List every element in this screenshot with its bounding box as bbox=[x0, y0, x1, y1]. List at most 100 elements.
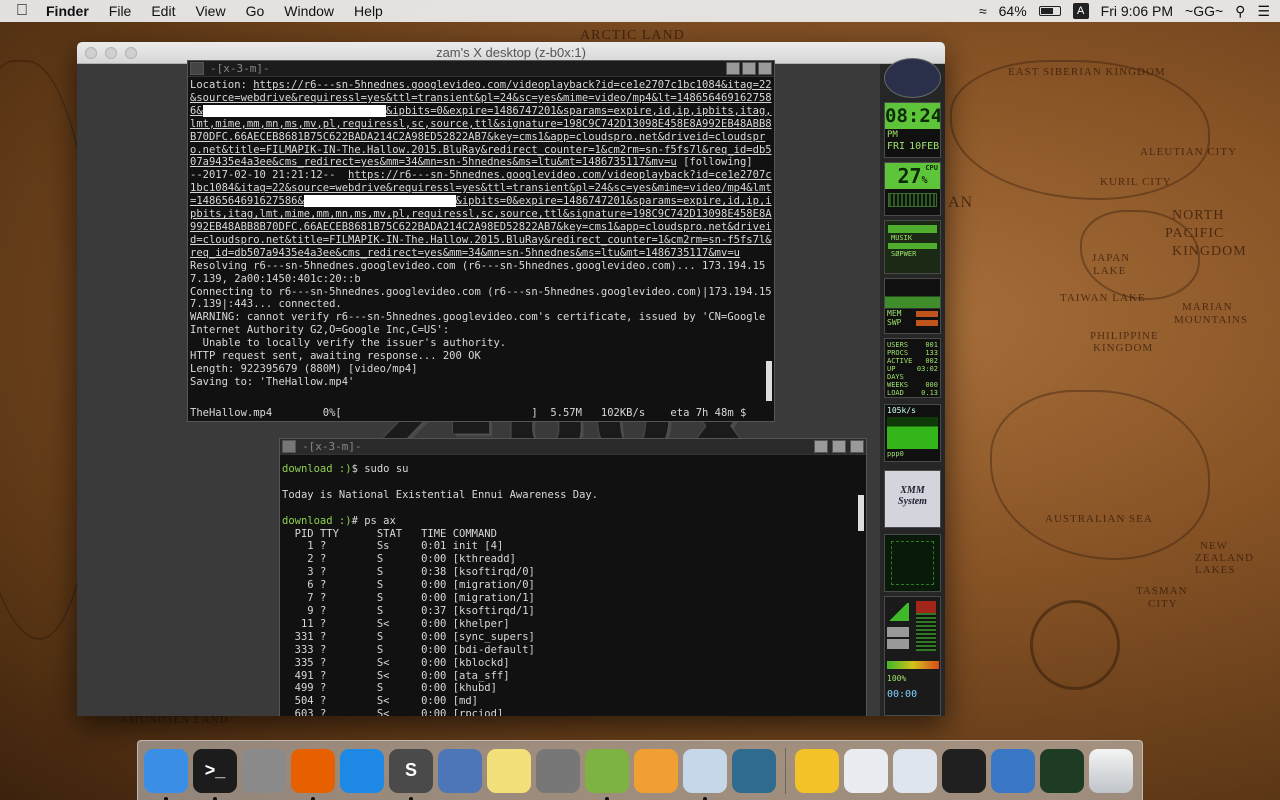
terminal-menu-icon[interactable] bbox=[190, 62, 204, 75]
terminal-text: Today is National Existential Ennui Awar… bbox=[282, 488, 599, 501]
terminal-text: 6 ? S 0:00 [migration/0] bbox=[282, 579, 535, 592]
screen-sharing-icon[interactable] bbox=[732, 748, 776, 793]
windowmaker-dockapps: 08:24 PM FRI 10FEB 27% CPU MUSIK SØPWER … bbox=[880, 58, 945, 716]
stop-button[interactable] bbox=[887, 639, 909, 649]
window-thumb-2-icon[interactable] bbox=[893, 748, 937, 793]
menu-clock[interactable]: Fri 9:06 PM bbox=[1101, 3, 1173, 19]
mixer-dockapp[interactable]: MUSIK SØPWER bbox=[884, 220, 941, 274]
preview-bird-icon[interactable] bbox=[438, 748, 482, 793]
terminal-scrollbar[interactable] bbox=[858, 495, 864, 531]
terminal-titlebar[interactable]: -[x-3-m]- bbox=[280, 439, 866, 455]
menu-edit[interactable]: Edit bbox=[141, 0, 185, 22]
input-source-icon[interactable]: A bbox=[1072, 3, 1089, 19]
apple-menu-icon[interactable]:  bbox=[0, 0, 36, 22]
system-preferences-icon[interactable] bbox=[536, 748, 580, 793]
android-studio-icon[interactable] bbox=[585, 748, 629, 800]
window-thumb-5-icon[interactable] bbox=[1040, 748, 1084, 793]
notification-center-icon[interactable]: ☰ bbox=[1257, 3, 1270, 20]
zoom-button[interactable] bbox=[125, 47, 137, 59]
map-label: Aleutian City bbox=[1140, 146, 1238, 158]
terminal-output[interactable]: Location: https://r6---sn-5hnednes.googl… bbox=[188, 77, 774, 407]
sys-stat-value: 133 bbox=[925, 349, 938, 357]
network-dockapp[interactable]: 105k/s ppp0 bbox=[884, 404, 941, 462]
sys-stat-value: 03:02 bbox=[916, 365, 938, 373]
x-desktop-window: zam's X desktop (z-b0x:1) z-b0x -[x-3-m]… bbox=[77, 42, 945, 716]
menu-view[interactable]: View bbox=[185, 0, 235, 22]
terminal-line: WARNING: cannot verify r6---sn-5hnednes.… bbox=[190, 311, 772, 337]
terminal-iconify-button[interactable] bbox=[814, 440, 828, 453]
xmms-logo[interactable]: XMM System bbox=[884, 470, 941, 528]
menu-file[interactable]: File bbox=[99, 0, 142, 22]
memory-dockapp[interactable]: MEM SWP bbox=[884, 278, 941, 334]
dockapp-date: 10FEB bbox=[909, 141, 940, 152]
user-menu[interactable]: ~GG~ bbox=[1185, 3, 1223, 19]
system-stats-dockapp[interactable]: USERS 001 PROCS 133 ACTIVE 002 UP 03:02 DAYS WEEK… bbox=[884, 338, 941, 398]
monitor-dockapp[interactable] bbox=[884, 534, 941, 592]
terminal-text: 2 ? S 0:00 [kthreadd] bbox=[282, 553, 516, 566]
battery-icon[interactable] bbox=[1038, 6, 1061, 16]
app-menu-finder[interactable]: Finder bbox=[36, 0, 99, 22]
launchpad-icon[interactable] bbox=[242, 748, 286, 793]
sys-stat-label: ACTIVE bbox=[887, 357, 913, 365]
volume-dockapp[interactable]: 100% 00:00 bbox=[884, 596, 941, 716]
dockapp-weekday: FRI bbox=[887, 141, 906, 152]
map-label: Tasman bbox=[1136, 585, 1188, 597]
terminal-line: Today is National Existential Ennui Awar… bbox=[282, 489, 864, 502]
cpu-percent: 27 bbox=[897, 164, 922, 188]
mem-label: MEM bbox=[887, 309, 902, 318]
volume-bar[interactable] bbox=[887, 661, 939, 669]
terminal-iconify-button[interactable] bbox=[726, 62, 740, 75]
finder-icon[interactable] bbox=[144, 748, 188, 800]
map-label: Lakes bbox=[1195, 564, 1236, 576]
map-label: North bbox=[1172, 208, 1225, 223]
terminal-line: download :)# ps ax bbox=[282, 515, 864, 528]
spotlight-search-icon[interactable]: ⚲ bbox=[1235, 3, 1245, 20]
safari-icon[interactable] bbox=[340, 748, 384, 793]
battery-percent[interactable]: 64% bbox=[999, 3, 1027, 19]
terminal-scrollbar[interactable] bbox=[766, 361, 772, 401]
sublime-text-icon[interactable]: S bbox=[389, 748, 433, 800]
clock-dockapp-icon[interactable] bbox=[884, 58, 941, 98]
terminal-window-shell[interactable]: -[x-3-m]- download :)$ sudo su Today is … bbox=[279, 438, 867, 716]
notes-icon[interactable] bbox=[487, 748, 531, 793]
map-label: Kingdom bbox=[1093, 342, 1154, 354]
x-desktop-area[interactable]: z-b0x -[x-3-m]- Location: https://r6---s… bbox=[77, 58, 945, 716]
time-dockapp[interactable]: 08:24 PM FRI 10FEB bbox=[884, 102, 941, 158]
terminal-icon[interactable]: >_ bbox=[193, 748, 237, 800]
terminal-close-button[interactable] bbox=[850, 440, 864, 453]
cpu-history-graph bbox=[888, 193, 937, 207]
terminal-line: 9 ? S 0:37 [ksoftirqd/1] bbox=[282, 605, 864, 618]
download-progress-line: TheHallow.mp4 0%[ ] 5.57M 102KB/s eta 7h… bbox=[188, 405, 774, 421]
sys-stat-row: USERS 001 bbox=[887, 341, 938, 349]
vlc-icon[interactable] bbox=[634, 748, 678, 793]
menu-window[interactable]: Window bbox=[274, 0, 344, 22]
sys-stat-label: UP bbox=[887, 365, 896, 373]
wifi-icon[interactable]: ≈ bbox=[979, 3, 987, 19]
terminal-menu-icon[interactable] bbox=[282, 440, 296, 453]
menu-help[interactable]: Help bbox=[344, 0, 393, 22]
playback-buttons[interactable] bbox=[887, 627, 909, 637]
map-label: Australian Sea bbox=[1045, 513, 1153, 525]
terminal-close-button[interactable] bbox=[758, 62, 772, 75]
window-thumb-4-icon[interactable] bbox=[991, 748, 1035, 793]
terminal-text: Connecting to r6---sn-5hnednes.googlevid… bbox=[190, 285, 772, 311]
close-button[interactable] bbox=[85, 47, 97, 59]
terminal-window-download[interactable]: -[x-3-m]- Location: https://r6---sn-5hne… bbox=[187, 60, 775, 422]
terminal-text: Resolving r6---sn-5hnednes.googlevideo.c… bbox=[190, 259, 766, 285]
taskcheck-icon[interactable] bbox=[795, 748, 839, 793]
terminal-titlebar[interactable]: -[x-3-m]- bbox=[188, 61, 774, 77]
preview-icon[interactable] bbox=[683, 748, 727, 800]
trash-icon[interactable] bbox=[1089, 748, 1133, 793]
cpu-dockapp[interactable]: 27% CPU bbox=[884, 162, 941, 216]
terminal-maximize-button[interactable] bbox=[832, 440, 846, 453]
terminal-maximize-button[interactable] bbox=[742, 62, 756, 75]
map-label: City bbox=[1148, 598, 1178, 610]
volume-triangle-icon bbox=[887, 603, 909, 621]
menu-go[interactable]: Go bbox=[236, 0, 275, 22]
minimize-button[interactable] bbox=[105, 47, 117, 59]
terminal-output[interactable]: download :)$ sudo su Today is National E… bbox=[280, 455, 866, 716]
firefox-icon[interactable] bbox=[291, 748, 335, 800]
window-thumb-1-icon[interactable] bbox=[844, 748, 888, 793]
window-thumb-3-icon[interactable] bbox=[942, 748, 986, 793]
